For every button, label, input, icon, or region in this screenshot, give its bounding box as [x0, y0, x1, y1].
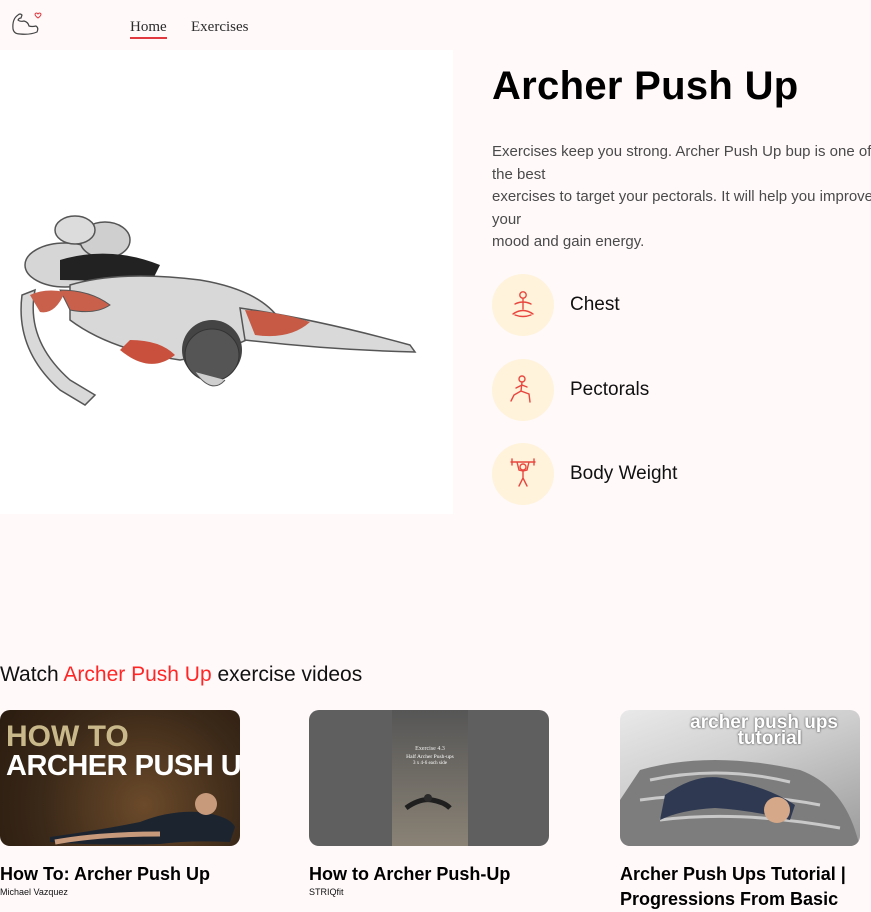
thumbnail-text: Half Archer Push-ups — [406, 754, 454, 760]
nav-home-link[interactable]: Home — [130, 19, 167, 39]
description-line: your — [492, 210, 522, 228]
video-card[interactable]: archer push ups tutorial Archer Push Ups… — [620, 710, 862, 912]
logo-icon[interactable] — [10, 9, 42, 37]
thumbnail-text: Exercise 4.3 — [415, 746, 445, 752]
video-card[interactable]: Exercise 4.3 Half Archer Push-ups 3 x 4-… — [309, 710, 551, 897]
detail-label: Pectorals — [570, 379, 650, 400]
videos-heading: Watch Archer Push Up exercise videos — [0, 663, 362, 687]
video-channel: STRIQfit — [309, 887, 344, 897]
detail-label: Body Weight — [570, 463, 678, 484]
detail-equipment: Body Weight — [492, 442, 677, 506]
video-title[interactable]: How To: Archer Push Up — [0, 862, 242, 887]
thumbnail-text: tutorial — [737, 728, 802, 749]
target-icon — [492, 359, 554, 421]
video-title[interactable]: How to Archer Push-Up — [309, 862, 551, 887]
nav-exercises-link[interactable]: Exercises — [191, 19, 248, 36]
video-card[interactable]: HOW TO ARCHER PUSH UP How To: Archer Pus… — [0, 710, 242, 897]
video-thumbnail[interactable]: Exercise 4.3 Half Archer Push-ups 3 x 4-… — [309, 710, 549, 846]
description-line: mood and gain energy. — [492, 233, 645, 250]
detail-target: Pectorals — [492, 358, 649, 422]
thumbnail-text: 3 x 4-6 each side — [413, 761, 447, 766]
detail-label: Chest — [570, 294, 620, 315]
thumbnail-text: ARCHER PUSH UP — [6, 750, 240, 782]
detail-body-part: Chest — [492, 273, 620, 337]
video-title[interactable]: Archer Push Ups Tutorial | Progressions … — [620, 862, 862, 912]
body-part-icon — [492, 274, 554, 336]
videos-heading-exercise: Archer Push Up — [63, 663, 212, 686]
video-thumbnail[interactable]: HOW TO ARCHER PUSH UP — [0, 710, 240, 846]
videos-heading-prefix: Watch — [0, 663, 59, 686]
videos-heading-suffix: exercise videos — [217, 663, 363, 686]
equipment-icon — [492, 443, 554, 505]
exercise-gif — [0, 50, 453, 514]
exercise-description: Exercises keep you strong. Archer Push U… — [492, 141, 871, 254]
description-line: Exercises keep you strong. Archer Push U… — [492, 143, 871, 160]
exercise-title: Archer Push Up — [492, 64, 799, 108]
description-line: the best — [492, 165, 546, 183]
description-line: exercises to target your pectorals. It w… — [492, 188, 871, 205]
thumbnail-text: HOW TO — [6, 720, 129, 753]
video-thumbnail[interactable]: archer push ups tutorial — [620, 710, 860, 846]
video-channel: Michael Vazquez — [0, 887, 68, 897]
